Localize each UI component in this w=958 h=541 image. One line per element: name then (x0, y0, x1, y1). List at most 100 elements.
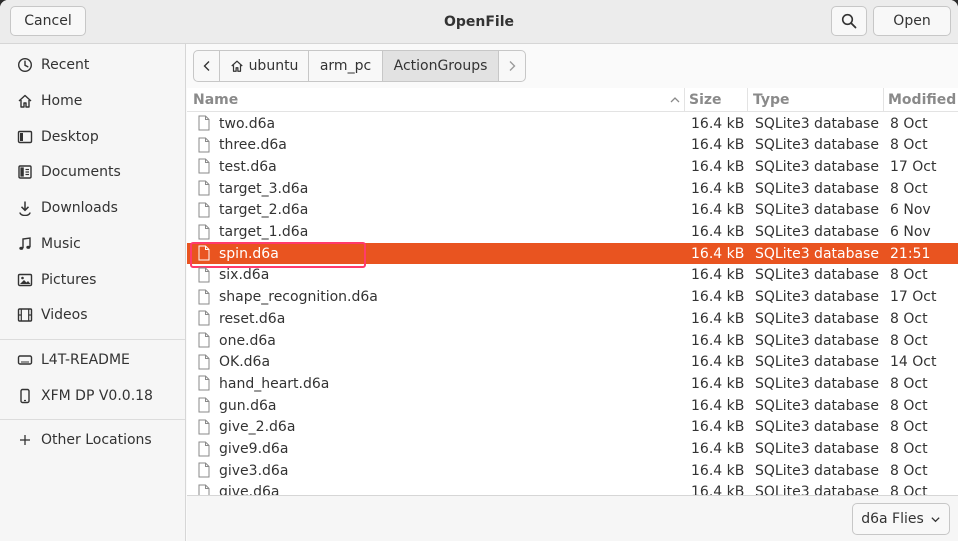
path-forward-button[interactable] (499, 51, 525, 81)
file-list: Name Size Type Modified two.d6a 16.4 kB SQ… (187, 88, 958, 495)
file-modified: 14 Oct (890, 354, 937, 371)
file-size: 16.4 kB (691, 224, 745, 240)
file-name: give.d6a (219, 484, 280, 495)
name-column-header[interactable]: Name (193, 88, 685, 112)
column-label: Modified (888, 92, 957, 108)
file-type: SQLite3 database (755, 332, 879, 349)
file-type: SQLite3 database (755, 289, 879, 306)
sidebar-item-label: L4T-README (41, 352, 130, 368)
file-row[interactable]: target_1.d6a 16.4 kB SQLite3 database 6 Nov (187, 222, 958, 243)
file-row[interactable]: OK.d6a 16.4 kB SQLite3 database 14 Oct (187, 352, 958, 373)
file-row[interactable]: six.d6a 16.4 kB SQLite3 database 8 Oct (187, 265, 958, 286)
file-row[interactable]: reset.d6a 16.4 kB SQLite3 database 8 Oct (187, 308, 958, 329)
videos-icon (17, 307, 33, 323)
file-name: test.d6a (219, 158, 277, 175)
file-type: SQLite3 database (755, 375, 879, 392)
download-icon (17, 200, 33, 216)
file-row[interactable]: three.d6a 16.4 kB SQLite3 database 8 Oct (187, 135, 958, 156)
drive-icon (17, 352, 33, 368)
file-name: gun.d6a (219, 397, 277, 414)
sidebar-item-label: Downloads (41, 200, 118, 216)
search-icon (841, 13, 857, 29)
file-row[interactable]: target_3.d6a 16.4 kB SQLite3 database 8 Oct (187, 178, 958, 199)
sidebar-item-label: Music (41, 236, 81, 252)
file-row[interactable]: test.d6a 16.4 kB SQLite3 database 17 Oct (187, 156, 958, 177)
breadcrumb-arm-pc[interactable]: arm_pc (309, 51, 383, 81)
file-size: 16.4 kB (691, 137, 745, 154)
sidebar-item-pictures[interactable]: Pictures (0, 265, 185, 295)
file-name: six.d6a (219, 267, 270, 284)
file-name: hand_heart.d6a (219, 375, 330, 392)
dialog-title: OpenFile (443, 14, 515, 30)
file-row[interactable]: hand_heart.d6a 16.4 kB SQLite3 database 8 O… (187, 373, 958, 394)
file-row[interactable]: give9.d6a 16.4 kB SQLite3 database 8 Oct (187, 439, 958, 460)
file-row[interactable]: give.d6a 16.4 kB SQLite3 database 8 Oct (187, 482, 958, 495)
file-icon (198, 267, 210, 283)
file-type: SQLite3 database (755, 441, 879, 457)
file-modified: 8 Oct (890, 419, 928, 436)
file-size: 16.4 kB (691, 462, 745, 479)
cancel-button[interactable]: Cancel (10, 6, 86, 36)
open-button[interactable]: Open (873, 6, 951, 36)
file-row[interactable]: two.d6a 16.4 kB SQLite3 database 8 Oct (187, 113, 958, 134)
file-row[interactable]: gun.d6a 16.4 kB SQLite3 database 8 Oct (187, 395, 958, 416)
footer-bar: d6a Flies (187, 495, 958, 541)
sidebar-item-xfm-dp[interactable]: XFM DP V0.0.18 (0, 381, 185, 411)
search-button[interactable] (831, 6, 867, 36)
breadcrumb-ubuntu[interactable]: ubuntu (220, 51, 309, 81)
sidebar-item-other-locations[interactable]: Other Locations (0, 425, 185, 455)
sidebar-item-label: Desktop (41, 129, 99, 145)
chevron-down-icon (931, 516, 940, 522)
file-name: target_1.d6a (219, 224, 309, 240)
open-file-dialog: OpenFile Cancel Open Recent Home Desktop… (0, 0, 958, 541)
sidebar-item-recent[interactable]: Recent (0, 50, 185, 80)
file-size: 16.4 kB (691, 289, 745, 306)
file-name: shape_recognition.d6a (219, 289, 378, 306)
file-size: 16.4 kB (691, 245, 745, 262)
sidebar-item-videos[interactable]: Videos (0, 300, 185, 330)
file-size: 16.4 kB (691, 354, 745, 371)
sidebar-item-downloads[interactable]: Downloads (0, 193, 185, 223)
file-row[interactable]: give_2.d6a 16.4 kB SQLite3 database 8 Oct (187, 417, 958, 438)
file-type: SQLite3 database (755, 267, 879, 284)
file-row[interactable]: give3.d6a 16.4 kB SQLite3 database 8 Oct (187, 460, 958, 481)
file-icon (198, 419, 210, 435)
file-modified: 8 Oct (890, 332, 928, 349)
file-filter-dropdown[interactable]: d6a Flies (852, 503, 950, 535)
file-icon (198, 397, 210, 413)
column-header: Name Size Type Modified (187, 88, 958, 112)
sidebar-item-music[interactable]: Music (0, 229, 185, 259)
sidebar-item-home[interactable]: Home (0, 86, 185, 116)
file-row[interactable]: spin.d6a 16.4 kB SQLite3 database 21:51 (187, 242, 958, 269)
clock-icon (17, 57, 33, 73)
sidebar-item-label: Other Locations (41, 432, 152, 448)
file-name: spin.d6a (219, 245, 279, 262)
path-bar: ubuntu arm_pc ActionGroups (193, 50, 526, 82)
file-modified: 21:51 (890, 245, 931, 262)
size-column-header[interactable]: Size (684, 88, 747, 112)
file-size: 16.4 kB (691, 375, 745, 392)
breadcrumb-actiongroups[interactable]: ActionGroups (383, 51, 499, 81)
file-row[interactable]: shape_recognition.d6a 16.4 kB SQLite3 data… (187, 287, 958, 308)
sidebar-item-desktop[interactable]: Desktop (0, 122, 185, 152)
breadcrumb-label: arm_pc (319, 58, 372, 74)
places-sidebar: Recent Home Desktop Documents Downloads (0, 44, 186, 541)
file-icon (198, 137, 210, 153)
file-type: SQLite3 database (755, 180, 879, 197)
music-icon (17, 236, 33, 252)
file-icon (198, 354, 210, 370)
sidebar-item-documents[interactable]: Documents (0, 157, 185, 187)
file-name: give_2.d6a (219, 419, 296, 436)
file-name: target_2.d6a (219, 202, 309, 219)
file-type: SQLite3 database (755, 224, 879, 240)
file-icon (198, 375, 210, 391)
file-modified: 8 Oct (890, 462, 928, 479)
type-column-header[interactable]: Type (747, 88, 884, 112)
path-back-button[interactable] (194, 51, 220, 81)
file-icon (198, 245, 210, 261)
sidebar-item-l4t-readme[interactable]: L4T-README (0, 345, 185, 375)
file-row[interactable]: target_2.d6a 16.4 kB SQLite3 database 6 Nov (187, 200, 958, 221)
file-row[interactable]: one.d6a 16.4 kB SQLite3 database 8 Oct (187, 330, 958, 351)
modified-column-header[interactable]: Modified (883, 88, 958, 112)
file-name: reset.d6a (219, 310, 286, 327)
